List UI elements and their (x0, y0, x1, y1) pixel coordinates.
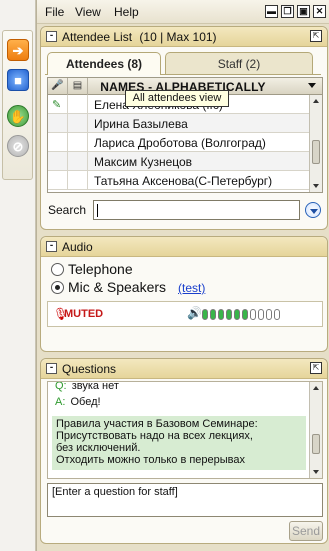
message-tag: Q: (55, 381, 67, 392)
search-dropdown-icon[interactable] (305, 202, 321, 218)
send-button[interactable]: Send (289, 521, 323, 541)
panel-title: Audio (62, 240, 93, 254)
tab-attendees[interactable]: Attendees (8) (47, 52, 161, 75)
level-segment (250, 309, 256, 320)
telephone-label[interactable]: Telephone (68, 261, 133, 277)
tool-strip: ➔ ■ ✋ ⊘ (2, 30, 33, 180)
tab-staff[interactable]: Staff (2) (165, 52, 313, 75)
close-icon[interactable]: ✕ (313, 5, 326, 18)
attendee-name: Татьяна Аксенова(С-Петербург) (94, 174, 273, 188)
audio-status-bar: 🎙 MUTED 🔊 (47, 301, 323, 327)
level-segment (274, 309, 280, 320)
maximize-icon[interactable]: ▣ (297, 5, 310, 18)
tooltip: All attendees view (125, 90, 229, 107)
level-segment (210, 309, 216, 320)
menu-file[interactable]: File (45, 5, 64, 19)
sort-arrow-icon[interactable] (308, 83, 316, 88)
panel-title: Questions (62, 362, 117, 376)
collapse-icon[interactable]: - (46, 241, 57, 252)
announcement-line: Отходить можно только в перерывах (56, 454, 246, 466)
popout-icon[interactable]: ⇱ (310, 362, 322, 374)
table-row[interactable]: Лариса Дроботова (Волгоград) (48, 133, 310, 152)
mic-column-icon[interactable]: 🎤 (48, 78, 68, 95)
restore-icon[interactable]: ❐ (281, 5, 294, 18)
control-panel: File View Help ▬ ❐ ▣ ✕ - Attendee List (… (36, 0, 329, 551)
question-input[interactable]: [Enter a question for staff] (47, 483, 323, 517)
pencil-icon: ✎ (52, 99, 62, 111)
telephone-radio[interactable] (51, 263, 64, 276)
mic-speakers-label[interactable]: Mic & Speakers (68, 279, 166, 295)
questions-header: - Questions ⇱ (41, 359, 327, 379)
attendee-name: Лариса Дроботова (Волгоград) (94, 136, 266, 150)
table-row[interactable]: Максим Кузнецов (48, 152, 310, 171)
menu-view[interactable]: View (75, 5, 101, 19)
list-item: Q: звука нет (55, 381, 119, 392)
popout-icon[interactable]: ⇱ (310, 30, 322, 42)
search-input[interactable] (93, 200, 300, 220)
questions-panel: - Questions ⇱ Q: звука нет A: Обед! Прав… (40, 358, 328, 544)
scroll-up-icon[interactable] (313, 99, 319, 103)
muted-status: MUTED (64, 308, 104, 320)
message-tag: A: (55, 396, 66, 408)
minimize-icon[interactable]: ▬ (265, 5, 278, 18)
announcement-line: без исключений. (56, 442, 141, 454)
level-segment (266, 309, 272, 320)
left-toolbar: ➔ ■ ✋ ⊘ (0, 0, 36, 551)
text-caret (97, 204, 98, 217)
announcement-block: Правила участия в Базовом Семинаре: Прис… (52, 416, 306, 470)
collapse-icon[interactable]: - (46, 363, 57, 374)
level-segment (258, 309, 264, 320)
scroll-down-icon[interactable] (313, 184, 319, 188)
scroll-up-icon[interactable] (313, 386, 319, 390)
level-segment (226, 309, 232, 320)
attendee-name: Максим Кузнецов (94, 155, 193, 169)
level-segment (242, 309, 248, 320)
scroll-down-icon[interactable] (313, 470, 319, 474)
mic-speakers-radio[interactable] (51, 281, 64, 294)
audio-header: - Audio (41, 237, 327, 257)
status-column-icon[interactable]: ▤ (68, 78, 88, 95)
message-text: звука нет (71, 381, 119, 392)
attendee-list-panel: - Attendee List (10 | Max 101) ⇱ Attende… (40, 26, 328, 230)
level-segment (202, 309, 208, 320)
announcement-line: Присутствовать надо на всех лекциях, (56, 430, 253, 442)
questions-scrollbar[interactable] (309, 382, 322, 478)
raise-hand-icon[interactable]: ✋ (7, 105, 29, 127)
level-segment (218, 309, 224, 320)
scroll-thumb[interactable] (312, 434, 320, 454)
table-row[interactable]: Татьяна Аксенова(С-Петербург) (48, 171, 310, 190)
attendee-scrollbar[interactable] (309, 95, 322, 192)
questions-log: Q: звука нет A: Обед! Правила участия в … (47, 381, 323, 479)
collapse-icon[interactable]: - (46, 31, 57, 42)
menu-bar: File View Help ▬ ❐ ▣ ✕ (37, 0, 329, 24)
speaker-icon: 🔊 (187, 306, 202, 320)
disabled-circle-icon[interactable]: ⊘ (7, 135, 29, 157)
search-label: Search (48, 203, 87, 217)
scroll-thumb[interactable] (312, 140, 320, 164)
menu-help[interactable]: Help (114, 5, 139, 19)
audio-panel: - Audio Telephone Mic & Speakers (test) … (40, 236, 328, 352)
panel-title: Attendee List (62, 30, 133, 44)
table-row[interactable]: Ирина Базылева (48, 114, 310, 133)
announcement-line: Правила участия в Базовом Семинаре: (56, 418, 258, 430)
test-audio-link[interactable]: (test) (178, 281, 205, 295)
attendee-name: Ирина Базылева (94, 117, 188, 131)
level-segment (234, 309, 240, 320)
attendee-count: (10 | Max 101) (139, 30, 217, 44)
attendee-list-header: - Attendee List (10 | Max 101) ⇱ (41, 27, 327, 47)
message-text: Обед! (70, 396, 101, 408)
stop-icon[interactable]: ■ (7, 69, 29, 91)
list-item: A: Обед! (55, 396, 101, 408)
arrow-right-icon[interactable]: ➔ (7, 39, 29, 61)
